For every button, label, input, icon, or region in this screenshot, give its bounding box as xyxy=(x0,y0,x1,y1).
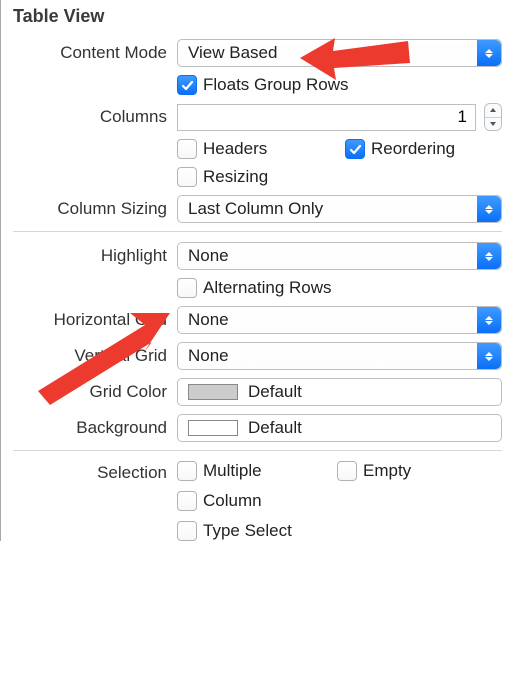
popup-caret-icon xyxy=(477,196,501,222)
type-select-checkbox[interactable] xyxy=(177,521,197,541)
background-swatch xyxy=(188,420,238,436)
divider xyxy=(13,231,502,232)
grid-color-value: Default xyxy=(248,382,302,402)
row-headers-reordering: Headers Reordering xyxy=(13,139,502,159)
section-title: Table View xyxy=(13,6,502,27)
content-mode-popup[interactable]: View Based xyxy=(177,39,502,67)
reordering-checkbox[interactable] xyxy=(345,139,365,159)
alternating-rows-checkbox-wrap[interactable]: Alternating Rows xyxy=(177,278,332,298)
popup-caret-icon xyxy=(302,424,310,432)
multiple-checkbox-wrap[interactable]: Multiple xyxy=(177,461,337,481)
divider xyxy=(13,450,502,451)
resizing-checkbox[interactable] xyxy=(177,167,197,187)
empty-label: Empty xyxy=(363,461,411,481)
multiple-label: Multiple xyxy=(203,461,262,481)
empty-checkbox-wrap[interactable]: Empty xyxy=(337,461,497,481)
stepper-down-icon[interactable] xyxy=(485,118,501,131)
row-floats-group: Floats Group Rows xyxy=(13,75,502,95)
label-highlight: Highlight xyxy=(13,246,177,266)
label-background: Background xyxy=(13,418,177,438)
popup-caret-icon xyxy=(477,243,501,269)
horizontal-grid-popup[interactable]: None xyxy=(177,306,502,334)
row-resizing: Resizing xyxy=(13,167,502,187)
column-checkbox-wrap[interactable]: Column xyxy=(177,491,337,511)
highlight-popup[interactable]: None xyxy=(177,242,502,270)
popup-caret-icon xyxy=(302,388,310,396)
label-grid-color: Grid Color xyxy=(13,382,177,402)
row-background: Background Default xyxy=(13,414,502,442)
row-grid-color: Grid Color Default xyxy=(13,378,502,406)
popup-caret-icon xyxy=(477,343,501,369)
columns-stepper[interactable] xyxy=(484,103,502,131)
background-value: Default xyxy=(248,418,302,438)
grid-color-popup[interactable]: Default xyxy=(177,378,502,406)
row-highlight: Highlight None xyxy=(13,242,502,270)
multiple-checkbox[interactable] xyxy=(177,461,197,481)
vertical-grid-popup[interactable]: None xyxy=(177,342,502,370)
floats-group-rows-label: Floats Group Rows xyxy=(203,75,349,95)
row-column-sizing: Column Sizing Last Column Only xyxy=(13,195,502,223)
content-mode-value: View Based xyxy=(188,43,277,63)
type-select-checkbox-wrap[interactable]: Type Select xyxy=(177,521,377,541)
horizontal-grid-value: None xyxy=(188,310,229,330)
type-select-label: Type Select xyxy=(203,521,292,541)
reordering-checkbox-wrap[interactable]: Reordering xyxy=(345,139,455,159)
popup-caret-icon xyxy=(477,40,501,66)
label-column-sizing: Column Sizing xyxy=(13,199,177,219)
headers-label: Headers xyxy=(203,139,267,159)
stepper-up-icon[interactable] xyxy=(485,104,501,118)
column-checkbox[interactable] xyxy=(177,491,197,511)
highlight-value: None xyxy=(188,246,229,266)
column-sizing-value: Last Column Only xyxy=(188,199,323,219)
label-horizontal-grid: Horizontal Grid xyxy=(13,310,177,330)
row-alternating: Alternating Rows xyxy=(13,278,502,298)
empty-checkbox[interactable] xyxy=(337,461,357,481)
reordering-label: Reordering xyxy=(371,139,455,159)
popup-caret-icon xyxy=(477,307,501,333)
row-content-mode: Content Mode View Based xyxy=(13,39,502,67)
background-popup[interactable]: Default xyxy=(177,414,502,442)
row-selection: Selection Multiple Empty Column Type Sel… xyxy=(13,461,502,541)
label-selection: Selection xyxy=(13,461,177,483)
label-content-mode: Content Mode xyxy=(13,43,177,63)
grid-color-swatch xyxy=(188,384,238,400)
label-columns: Columns xyxy=(13,107,177,127)
headers-checkbox[interactable] xyxy=(177,139,197,159)
row-vertical-grid: Vertical Grid None xyxy=(13,342,502,370)
table-view-inspector: Table View Content Mode View Based Float… xyxy=(0,0,514,541)
floats-group-rows-checkbox[interactable] xyxy=(177,75,197,95)
columns-input[interactable] xyxy=(177,104,476,131)
row-horizontal-grid: Horizontal Grid None xyxy=(13,306,502,334)
column-sizing-popup[interactable]: Last Column Only xyxy=(177,195,502,223)
alternating-rows-label: Alternating Rows xyxy=(203,278,332,298)
vertical-grid-value: None xyxy=(188,346,229,366)
resizing-label: Resizing xyxy=(203,167,268,187)
column-label: Column xyxy=(203,491,262,511)
resizing-checkbox-wrap[interactable]: Resizing xyxy=(177,167,268,187)
floats-group-rows-checkbox-wrap[interactable]: Floats Group Rows xyxy=(177,75,349,95)
headers-checkbox-wrap[interactable]: Headers xyxy=(177,139,337,159)
row-columns: Columns xyxy=(13,103,502,131)
alternating-rows-checkbox[interactable] xyxy=(177,278,197,298)
label-vertical-grid: Vertical Grid xyxy=(13,346,177,366)
